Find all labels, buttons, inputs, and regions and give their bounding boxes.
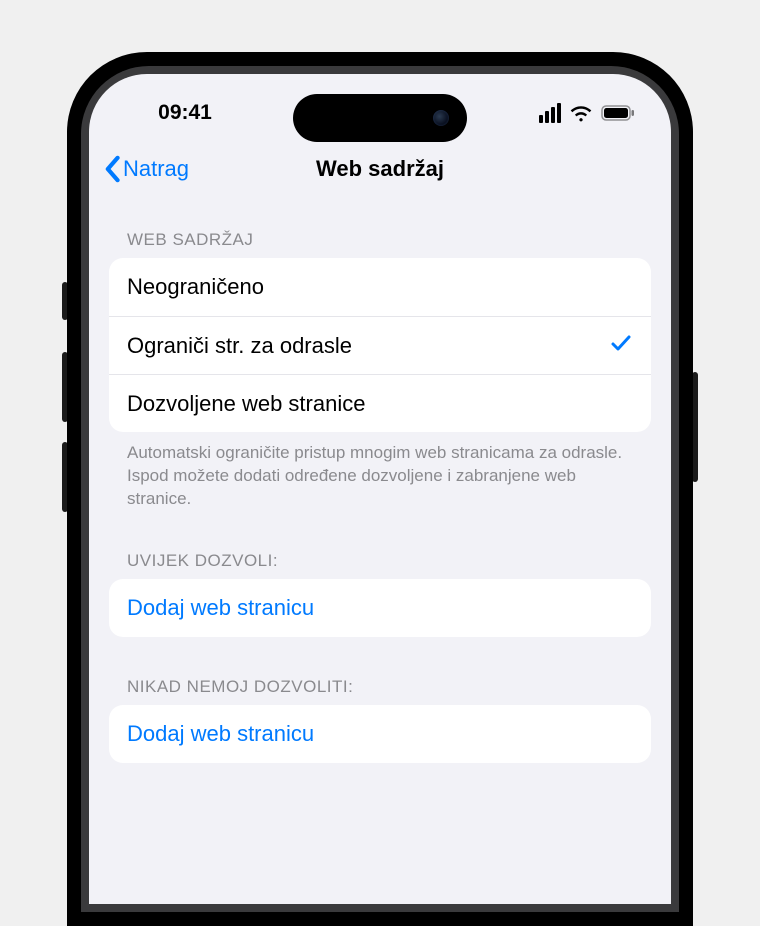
option-limit-adult[interactable]: Ograniči str. za odrasle <box>109 316 651 374</box>
cellular-signal-icon <box>539 103 561 123</box>
option-label: Neograničeno <box>127 274 264 300</box>
status-time: 09:41 <box>125 101 245 125</box>
add-allow-website-button[interactable]: Dodaj web stranicu <box>109 579 651 637</box>
allow-list-group: Dodaj web stranicu <box>109 579 651 637</box>
section-footer-web: Automatski ograničite pristup mnogim web… <box>109 432 651 511</box>
option-allowed-only[interactable]: Dozvoljene web stranice <box>109 374 651 432</box>
settings-content: WEB SADRŽAJ Neograničeno Ograniči str. z… <box>89 196 671 763</box>
add-website-label: Dodaj web stranicu <box>127 721 314 747</box>
page-title: Web sadržaj <box>316 156 444 182</box>
front-camera-icon <box>433 110 449 126</box>
section-header-never: NIKAD NEMOJ DOZVOLITI: <box>109 663 651 705</box>
option-label: Ograniči str. za odrasle <box>127 333 352 359</box>
web-options-group: Neograničeno Ograniči str. za odrasle Do… <box>109 258 651 432</box>
add-website-label: Dodaj web stranicu <box>127 595 314 621</box>
battery-icon <box>601 105 635 121</box>
back-label: Natrag <box>123 156 189 182</box>
option-unrestricted[interactable]: Neograničeno <box>109 258 651 316</box>
screen: 09:41 <box>89 74 671 904</box>
dynamic-island <box>293 94 467 142</box>
wifi-icon <box>569 103 593 123</box>
back-button[interactable]: Natrag <box>103 155 189 183</box>
section-header-web: WEB SADRŽAJ <box>109 216 651 258</box>
navigation-bar: Natrag Web sadržaj <box>89 142 671 196</box>
add-never-website-button[interactable]: Dodaj web stranicu <box>109 705 651 763</box>
phone-frame: 09:41 <box>67 52 693 926</box>
chevron-left-icon <box>103 155 121 183</box>
section-header-allow: UVIJEK DOZVOLI: <box>109 537 651 579</box>
checkmark-icon <box>609 331 633 361</box>
never-list-group: Dodaj web stranicu <box>109 705 651 763</box>
option-label: Dozvoljene web stranice <box>127 391 365 417</box>
